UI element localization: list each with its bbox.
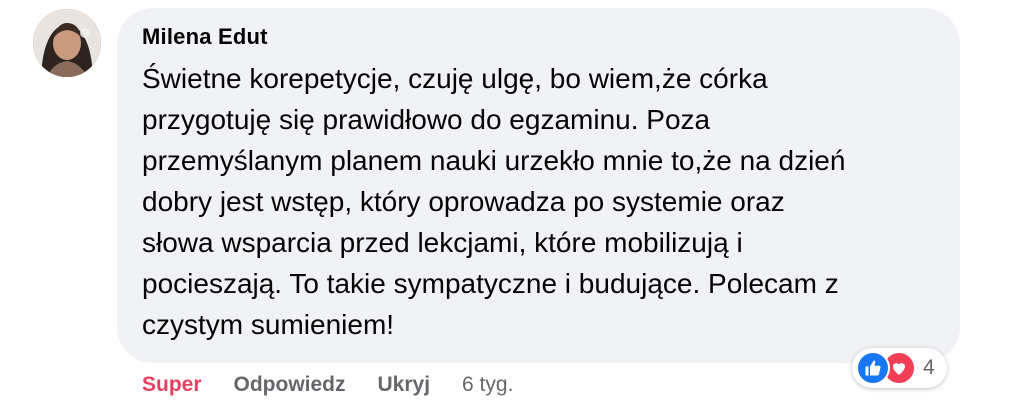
reply-button[interactable]: Odpowiedz	[234, 373, 346, 397]
reaction-button[interactable]: Super	[142, 373, 202, 397]
comment-line: Świetne korepetycje, czuję ulgę, bo wiem…	[142, 63, 768, 94]
avatar-image	[33, 9, 101, 77]
hide-button[interactable]: Ukryj	[378, 373, 431, 397]
comment-actions: Super Odpowiedz Ukryj 6 tyg.	[142, 373, 513, 397]
comment: Milena Edut Świetne korepetycje, czuję u…	[0, 0, 1024, 411]
comment-line: pocieszają. To takie sympatyczne i buduj…	[142, 268, 839, 299]
reaction-count: 4	[923, 356, 935, 379]
comment-line: słowa wsparcia przed lekcjami, które mob…	[142, 227, 743, 258]
timestamp[interactable]: 6 tyg.	[462, 373, 513, 397]
reactions-summary[interactable]: 4	[852, 348, 947, 388]
avatar[interactable]	[33, 9, 101, 77]
comment-line: dobry jest wstęp, który oprowadza po sys…	[142, 186, 785, 217]
author-name[interactable]: Milena Edut	[142, 24, 268, 50]
comment-line: przygotuję się prawidłowo do egzaminu. P…	[142, 104, 711, 135]
comment-line: czystym sumieniem!	[142, 309, 395, 340]
comment-line: przemyślanym planem nauki urzekło mnie t…	[142, 145, 846, 176]
comment-text: Świetne korepetycje, czuję ulgę, bo wiem…	[142, 58, 942, 345]
like-icon	[856, 351, 890, 385]
